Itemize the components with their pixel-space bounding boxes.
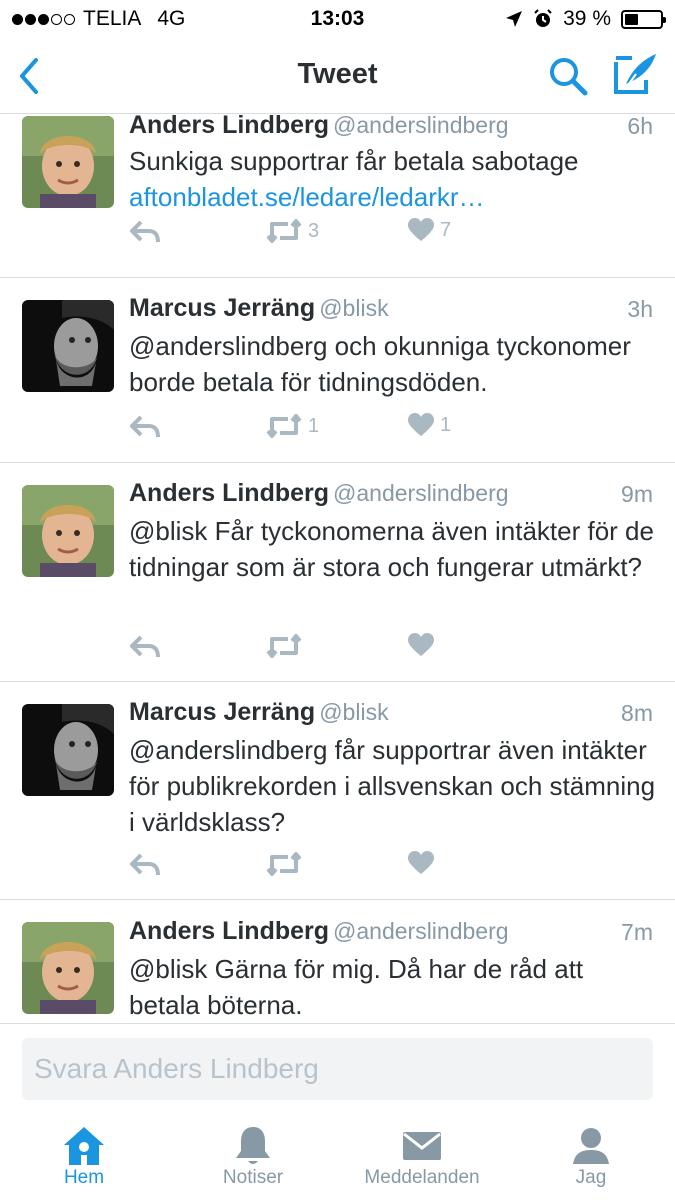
location-arrow-icon <box>506 11 523 27</box>
nav-bar: Tweet <box>0 38 675 114</box>
home-icon <box>64 1127 104 1165</box>
tab-bar: Hem Notiser Meddelanden Jag <box>0 1113 675 1200</box>
reply-button[interactable] <box>129 413 161 441</box>
retweet-icon <box>266 852 302 876</box>
tweet-body: @blisk Gärna för mig. Då har de råd att … <box>129 954 584 1020</box>
heart-icon <box>408 413 434 436</box>
tweet-time: 9m <box>621 481 653 507</box>
reply-icon <box>130 415 160 438</box>
tweet-text: Sunkiga supportrar får betala sabotage a… <box>129 143 659 215</box>
avatar[interactable] <box>22 922 114 1014</box>
tweet-actions <box>129 851 489 883</box>
tab-notifications[interactable]: Notiser <box>169 1125 337 1189</box>
tab-home-label: Hem <box>63 1167 105 1188</box>
tweet-body: @anderslindberg och okunniga tyckonomer … <box>129 331 631 397</box>
tab-home[interactable]: Hem <box>0 1125 168 1189</box>
author-handle[interactable]: @blisk <box>319 699 388 725</box>
tweet-body: @anderslindberg får supportrar även intä… <box>129 735 656 837</box>
tweet-time: 7m <box>621 919 653 945</box>
author-name[interactable]: Anders Lindberg <box>129 479 329 507</box>
like-button[interactable]: 1 <box>408 413 451 437</box>
author-name[interactable]: Anders Lindberg <box>129 115 329 139</box>
tweet-actions: 1 1 <box>129 413 489 445</box>
reply-button[interactable] <box>129 851 161 879</box>
avatar[interactable] <box>22 116 114 208</box>
tab-me[interactable]: Jag <box>507 1125 675 1189</box>
author-handle[interactable]: @anderslindberg <box>333 480 509 506</box>
author-handle[interactable]: @anderslindberg <box>333 115 509 138</box>
tweet-actions: 3 7 <box>129 218 489 250</box>
status-right: 39 % <box>505 7 666 31</box>
author-name[interactable]: Marcus Jerräng <box>129 698 315 726</box>
like-button[interactable]: 7 <box>408 218 451 242</box>
tweet-body: Sunkiga supportrar får betala sabotage <box>129 146 579 176</box>
person-icon <box>573 1128 609 1164</box>
tweet[interactable]: Anders Lindberg @anderslindberg 9m @blisk… <box>0 463 675 682</box>
tweet[interactable]: Marcus Jerräng @blisk 8m @anderslindberg … <box>0 682 675 900</box>
reply-icon <box>130 853 160 876</box>
alarm-icon <box>534 9 552 27</box>
reply-icon <box>130 220 160 243</box>
avatar[interactable] <box>22 485 114 577</box>
battery-icon <box>621 9 666 29</box>
tweet[interactable]: Anders Lindberg @anderslindberg 6h Sunkig… <box>0 115 675 278</box>
tweet-link[interactable]: aftonbladet.se/ledare/ledarkr… <box>129 179 659 215</box>
tweet-body: @blisk Får tyckonomerna även intäkter fö… <box>129 516 654 582</box>
tweet-header: Marcus Jerräng @blisk <box>129 698 389 727</box>
author-name[interactable]: Marcus Jerräng <box>129 294 315 322</box>
heart-icon <box>408 633 434 656</box>
reply-bar <box>0 1023 675 1113</box>
tweet-header: Anders Lindberg @anderslindberg <box>129 917 509 946</box>
tab-messages[interactable]: Meddelanden <box>338 1125 506 1189</box>
compose-icon[interactable] <box>612 52 658 96</box>
battery-percent: 39 % <box>563 7 611 30</box>
avatar[interactable] <box>22 704 114 796</box>
tweet-time: 3h <box>627 296 653 322</box>
heart-icon <box>408 218 434 241</box>
retweet-icon <box>266 634 302 658</box>
author-name[interactable]: Anders Lindberg <box>129 917 329 945</box>
like-button[interactable] <box>408 851 440 875</box>
retweet-button[interactable]: 1 <box>266 413 319 439</box>
retweet-button[interactable] <box>266 851 308 877</box>
heart-icon <box>408 851 434 874</box>
tweet-actions <box>129 633 489 665</box>
retweet-count: 1 <box>308 414 320 437</box>
envelope-icon <box>403 1132 441 1160</box>
tweet[interactable]: Anders Lindberg @anderslindberg 7m @blisk… <box>0 900 675 1023</box>
reply-button[interactable] <box>129 218 161 246</box>
avatar[interactable] <box>22 300 114 392</box>
tab-messages-label: Meddelanden <box>364 1167 480 1188</box>
author-handle[interactable]: @anderslindberg <box>333 918 509 944</box>
tweet-header: Anders Lindberg @anderslindberg <box>129 479 509 508</box>
tweet-timeline: Anders Lindberg @anderslindberg 6h Sunkig… <box>0 115 675 1023</box>
tab-me-label: Jag <box>575 1167 607 1188</box>
tab-notifications-label: Notiser <box>222 1167 284 1188</box>
like-button[interactable] <box>408 633 440 657</box>
status-bar: TELIA 4G 13:03 39 % <box>0 0 675 38</box>
tweet-header: Marcus Jerräng @blisk <box>129 294 389 323</box>
reply-input[interactable] <box>22 1038 653 1100</box>
reply-button[interactable] <box>129 633 161 661</box>
like-count: 7 <box>440 218 452 241</box>
retweet-icon <box>266 414 302 438</box>
search-icon[interactable] <box>548 56 588 96</box>
tweet[interactable]: Marcus Jerräng @blisk 3h @anderslindberg … <box>0 278 675 463</box>
retweet-icon <box>266 219 302 243</box>
tweet-header: Anders Lindberg @anderslindberg <box>129 115 509 140</box>
author-handle[interactable]: @blisk <box>319 295 388 321</box>
bell-icon <box>236 1127 270 1164</box>
retweet-button[interactable] <box>266 633 308 659</box>
tweet-time: 8m <box>621 700 653 726</box>
reply-icon <box>130 635 160 658</box>
retweet-count: 3 <box>308 219 320 242</box>
retweet-button[interactable]: 3 <box>266 218 319 244</box>
tweet-time: 6h <box>627 115 653 139</box>
like-count: 1 <box>440 413 452 436</box>
